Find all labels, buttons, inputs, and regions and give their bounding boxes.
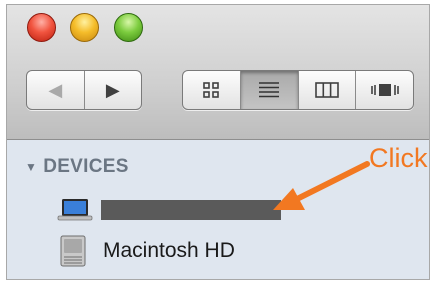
- column-view-icon: [315, 82, 339, 98]
- zoom-button[interactable]: [114, 13, 143, 42]
- icon-view-icon: [203, 82, 220, 98]
- close-button[interactable]: [27, 13, 56, 42]
- annotation-arrow-icon: [273, 161, 370, 210]
- minimize-button[interactable]: [70, 13, 99, 42]
- list-view-icon: [259, 82, 280, 98]
- cover-flow-icon: [370, 84, 399, 96]
- laptop-icon: [57, 199, 93, 221]
- toolbar: ◀ ▶: [7, 5, 429, 140]
- hard-drive-icon: [60, 235, 86, 267]
- forward-arrow-icon: ▶: [105, 79, 120, 100]
- icon-view-button[interactable]: [183, 71, 241, 109]
- sidebar-item-computer[interactable]: [57, 196, 287, 222]
- sidebar-item-label: Macintosh HD: [103, 239, 235, 262]
- back-button[interactable]: ◀: [27, 71, 85, 109]
- sidebar-item-macintosh-hd[interactable]: Macintosh HD: [57, 235, 297, 269]
- disclosure-triangle-icon[interactable]: ▼: [25, 160, 37, 174]
- view-mode-control: [182, 70, 414, 110]
- back-forward-control: ◀ ▶: [26, 70, 142, 110]
- back-arrow-icon: ◀: [48, 79, 63, 100]
- list-view-button[interactable]: [240, 71, 299, 109]
- finder-window: ◀ ▶ ▼ DEVICES Macintosh HD: [6, 4, 430, 280]
- cover-flow-button[interactable]: [356, 71, 413, 109]
- section-title: DEVICES: [43, 156, 129, 177]
- devices-section-header[interactable]: ▼ DEVICES: [25, 156, 129, 178]
- annotation-label: Click: [369, 143, 428, 173]
- forward-button[interactable]: ▶: [85, 71, 142, 109]
- column-view-button[interactable]: [299, 71, 357, 109]
- redacted-computer-name: [101, 200, 281, 220]
